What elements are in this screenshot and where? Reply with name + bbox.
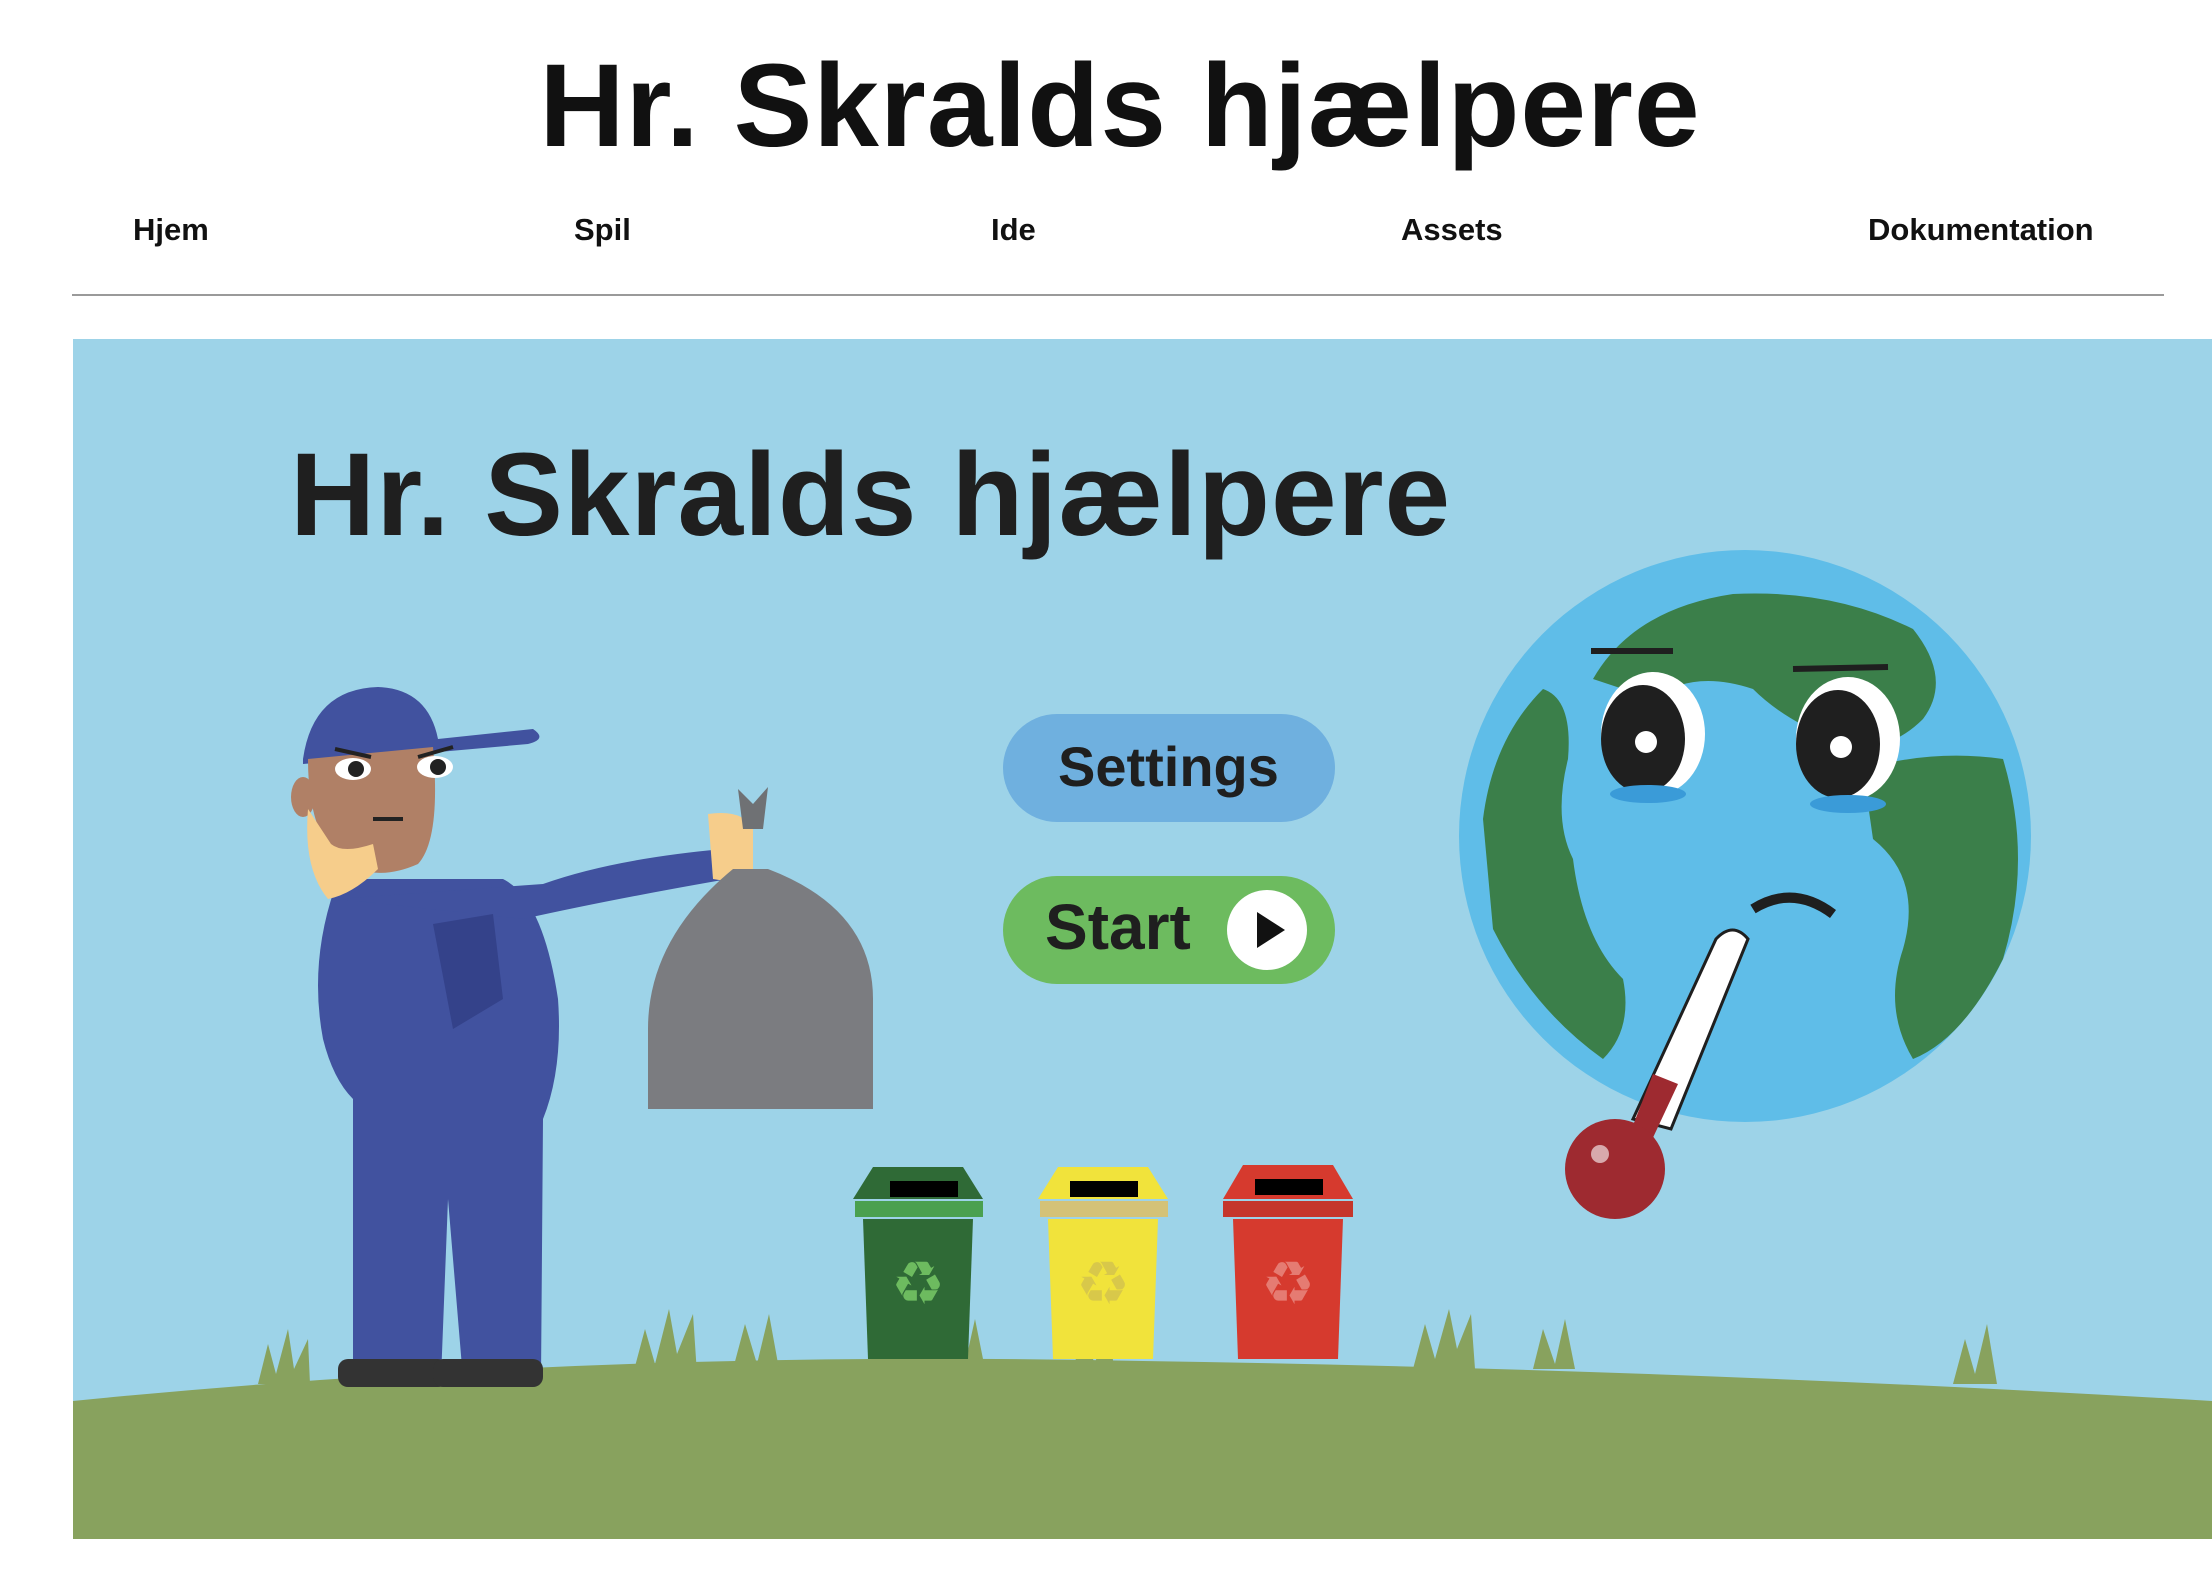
nav-item-spil[interactable]: Spil <box>574 212 631 248</box>
settings-button[interactable]: Settings <box>1003 714 1335 822</box>
green-recycling-bin: ♻ <box>853 1167 983 1359</box>
settings-label: Settings <box>1058 735 1279 798</box>
start-label: Start <box>1045 891 1191 963</box>
main-nav: Hjem Spil Ide Assets Dokumentation <box>0 212 2212 262</box>
recycle-icon: ♻ <box>891 1250 945 1317</box>
red-recycling-bin: ♻ <box>1223 1165 1353 1359</box>
sad-earth <box>1459 550 2031 1122</box>
nav-item-assets[interactable]: Assets <box>1401 212 1503 248</box>
game-canvas[interactable]: ♻ ♻ ♻ Hr. Skralds hjælpere Settings Star… <box>73 339 2212 1539</box>
nav-item-ide[interactable]: Ide <box>991 212 1036 248</box>
nav-item-hjem[interactable]: Hjem <box>133 212 209 248</box>
recycle-icon: ♻ <box>1261 1250 1315 1317</box>
site-title: Hr. Skralds hjælpere <box>539 40 1701 172</box>
nav-item-dokumentation[interactable]: Dokumentation <box>1868 212 2094 248</box>
nav-divider <box>72 294 2164 296</box>
start-button[interactable]: Start <box>1003 876 1335 984</box>
yellow-recycling-bin: ♻ <box>1038 1167 1168 1359</box>
game-title: Hr. Skralds hjælpere <box>290 429 1452 561</box>
trash-bag <box>648 787 873 1109</box>
play-icon <box>1227 890 1307 970</box>
recycle-icon: ♻ <box>1076 1250 1130 1317</box>
